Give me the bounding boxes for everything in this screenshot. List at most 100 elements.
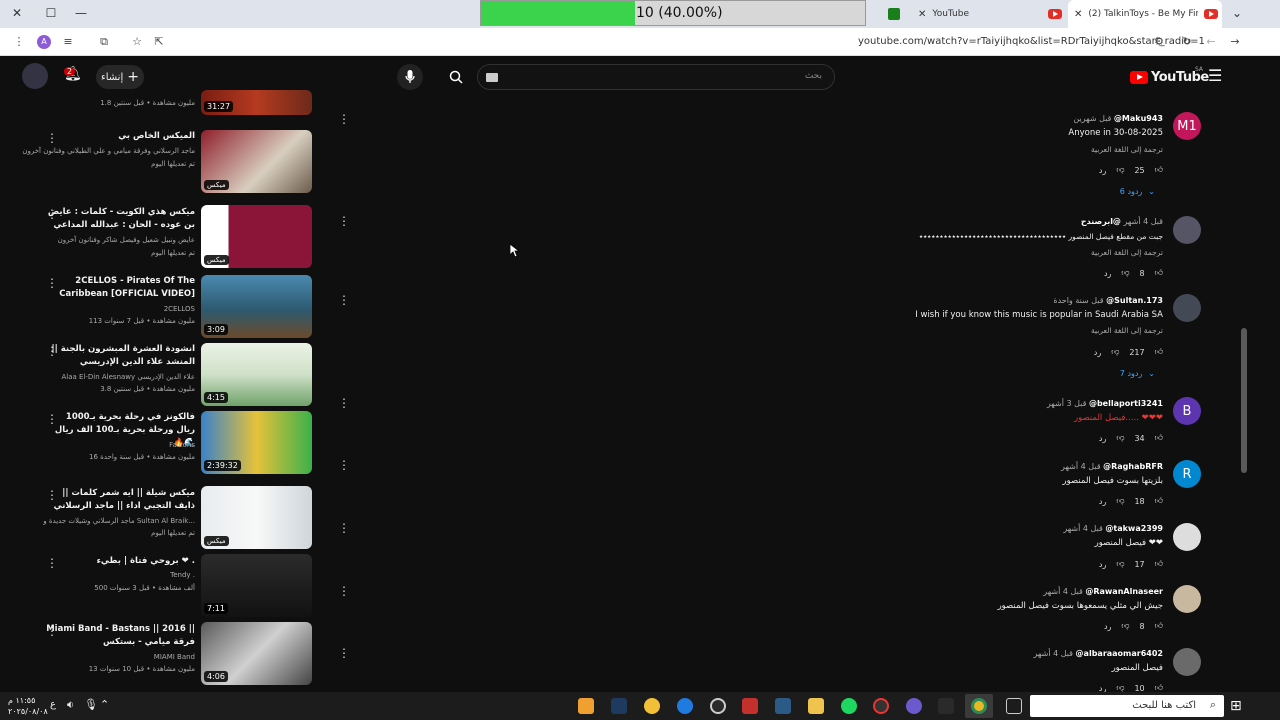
- comment-author[interactable]: @albaraaomar6402: [1076, 649, 1163, 658]
- chevron-up-icon[interactable]: ⌃: [100, 698, 109, 711]
- edge-icon[interactable]: [677, 698, 693, 714]
- more-options-icon[interactable]: ⋮: [338, 585, 350, 597]
- more-options-icon[interactable]: ⋮: [46, 489, 58, 501]
- video-thumbnail[interactable]: ميكس: [201, 130, 312, 193]
- video-thumbnail[interactable]: 3:09: [201, 275, 312, 338]
- more-options-icon[interactable]: ⋮: [46, 557, 58, 569]
- language-indicator[interactable]: ع: [50, 699, 56, 710]
- file-explorer-icon[interactable]: [808, 698, 824, 714]
- related-video[interactable]: ميكس شيلة || ايه شمر كلمات || ذايف التجب…: [40, 486, 315, 552]
- reply-button[interactable]: رد: [1104, 622, 1111, 631]
- tab-list-chevron-icon[interactable]: ⌄: [1230, 6, 1244, 20]
- more-options-icon[interactable]: ⋮: [338, 522, 350, 534]
- app-icon[interactable]: [906, 698, 922, 714]
- related-video[interactable]: Miami Band - Bastans || 2016 || فرقة ميا…: [40, 622, 315, 688]
- tab-talkintoys[interactable]: ✕ (2) TalkinToys - Be My First One: [1068, 0, 1222, 28]
- dislike-icon[interactable]: 👎︎: [1121, 268, 1129, 278]
- video-thumbnail[interactable]: 4:06: [201, 622, 312, 685]
- video-thumbnail[interactable]: ميكس: [201, 205, 312, 268]
- windows-start-icon[interactable]: ⊞: [1230, 698, 1242, 714]
- related-video[interactable]: 2CELLOS - Pirates Of The Caribbean [OFFI…: [40, 274, 315, 340]
- more-options-icon[interactable]: ⋮: [46, 277, 58, 289]
- more-options-icon[interactable]: ⋮: [46, 625, 58, 637]
- search-input[interactable]: بحث: [477, 64, 835, 90]
- search-button[interactable]: [443, 64, 469, 90]
- taskbar-search-input[interactable]: اكتب هنا للبحث ⌕: [1030, 695, 1224, 717]
- taskbar-clock[interactable]: ١١:٥٥ م ٢٠٢٥/٠٨/٠٨: [8, 695, 48, 717]
- dislike-icon[interactable]: 👎︎: [1116, 496, 1124, 506]
- steam-icon[interactable]: [775, 698, 791, 714]
- reply-button[interactable]: رد: [1094, 348, 1101, 357]
- more-options-icon[interactable]: ⋮: [338, 647, 350, 659]
- hamburger-menu-icon[interactable]: ☰: [1208, 66, 1222, 85]
- comment-avatar[interactable]: [1173, 523, 1201, 551]
- comment-avatar[interactable]: B: [1173, 397, 1201, 425]
- app-icon[interactable]: [644, 698, 660, 714]
- more-options-icon[interactable]: ⋮: [338, 294, 350, 306]
- comment-author[interactable]: @takwa2399: [1105, 524, 1163, 533]
- site-settings-icon[interactable]: ⚙: [1152, 35, 1166, 49]
- comment-author[interactable]: @bellaporti3241: [1089, 399, 1163, 408]
- related-video[interactable]: انشودة العشرة المبشرون بالجنة || المنشد …: [40, 342, 315, 408]
- account-avatar[interactable]: [22, 63, 48, 89]
- translate-link[interactable]: ترجمة إلى اللغة العربية: [1091, 145, 1163, 154]
- video-thumbnail[interactable]: 4:15: [201, 343, 312, 406]
- like-icon[interactable]: 👍︎: [1155, 268, 1163, 278]
- page-scrollbar[interactable]: [1238, 60, 1250, 692]
- comment-author[interactable]: @RaghabRFR: [1103, 462, 1163, 471]
- app-icon[interactable]: [873, 698, 889, 714]
- dislike-icon[interactable]: 👎︎: [1116, 559, 1124, 569]
- comment-avatar[interactable]: [1173, 585, 1201, 613]
- extensions-icon[interactable]: ⧉: [97, 35, 111, 49]
- volume-icon[interactable]: 🔉︎: [67, 698, 74, 712]
- related-video[interactable]: فالكونز في رحلة بحرية بـ1000 ريال ورحلة …: [40, 410, 315, 476]
- dislike-icon[interactable]: 👎︎: [1111, 347, 1119, 357]
- back-icon[interactable]: →: [1228, 35, 1242, 49]
- comment-avatar[interactable]: [1173, 216, 1201, 244]
- profile-avatar[interactable]: A: [37, 35, 51, 49]
- reply-button[interactable]: رد: [1099, 434, 1106, 443]
- epic-games-icon[interactable]: [938, 698, 954, 714]
- create-button[interactable]: إنشاء +: [96, 65, 144, 89]
- reply-button[interactable]: رد: [1099, 166, 1106, 175]
- like-icon[interactable]: 👍︎: [1155, 165, 1163, 175]
- like-icon[interactable]: 👍︎: [1155, 347, 1163, 357]
- view-replies-button[interactable]: 6 ردود ⌄: [1120, 187, 1155, 196]
- task-view-icon[interactable]: [1006, 698, 1022, 714]
- more-options-icon[interactable]: ⋮: [46, 413, 58, 425]
- translate-link[interactable]: ترجمة إلى اللغة العربية: [1091, 326, 1163, 335]
- tab-close-icon[interactable]: ✕: [1074, 9, 1082, 20]
- more-options-icon[interactable]: ⋮: [338, 397, 350, 409]
- reload-icon[interactable]: ↻: [1180, 35, 1194, 49]
- dislike-icon[interactable]: 👎︎: [1116, 165, 1124, 175]
- menu-kebab-icon[interactable]: ⋮: [12, 35, 26, 49]
- related-video[interactable]: الميكس الخاص بي ماجد الرسلاني وفرقة ميام…: [22, 128, 315, 194]
- video-thumbnail[interactable]: 7:11: [201, 554, 312, 617]
- video-thumbnail[interactable]: 2:39:32: [201, 411, 312, 474]
- comment-avatar[interactable]: M1: [1173, 112, 1201, 140]
- scrollbar-thumb[interactable]: [1241, 328, 1247, 473]
- app-icon[interactable]: [611, 698, 627, 714]
- microphone-icon[interactable]: 🎙︎: [84, 698, 98, 711]
- reply-button[interactable]: رد: [1099, 497, 1106, 506]
- more-options-icon[interactable]: ⋮: [338, 459, 350, 471]
- video-thumbnail[interactable]: 31:27: [201, 90, 312, 115]
- view-replies-button[interactable]: 7 ردود ⌄: [1120, 369, 1155, 378]
- comment-avatar[interactable]: [1173, 648, 1201, 676]
- related-video[interactable]: 1.8 مليون مشاهدة • قبل سنتين 31:27: [40, 90, 315, 120]
- tab-youtube[interactable]: ✕ YouTube: [888, 0, 1048, 28]
- app-icon[interactable]: [710, 698, 726, 714]
- install-app-icon[interactable]: ⇱: [152, 35, 166, 49]
- forward-icon[interactable]: ←: [1204, 35, 1218, 49]
- comment-avatar[interactable]: [1173, 294, 1201, 322]
- like-icon[interactable]: 👍︎: [1155, 496, 1163, 506]
- dislike-icon[interactable]: 👎︎: [1121, 621, 1129, 631]
- related-video[interactable]: بروحي فتاة | بطيء ❤ . Tendy . 500 ألف مش…: [40, 554, 315, 620]
- like-icon[interactable]: 👍︎: [1155, 559, 1163, 569]
- maximize-window-icon[interactable]: ☐: [44, 6, 58, 20]
- comment-author[interactable]: @RawanAlnaseer: [1085, 587, 1163, 596]
- keyboard-icon[interactable]: [486, 73, 498, 82]
- close-window-icon[interactable]: ✕: [10, 6, 24, 20]
- spotify-icon[interactable]: [841, 698, 857, 714]
- like-icon[interactable]: 👍︎: [1155, 433, 1163, 443]
